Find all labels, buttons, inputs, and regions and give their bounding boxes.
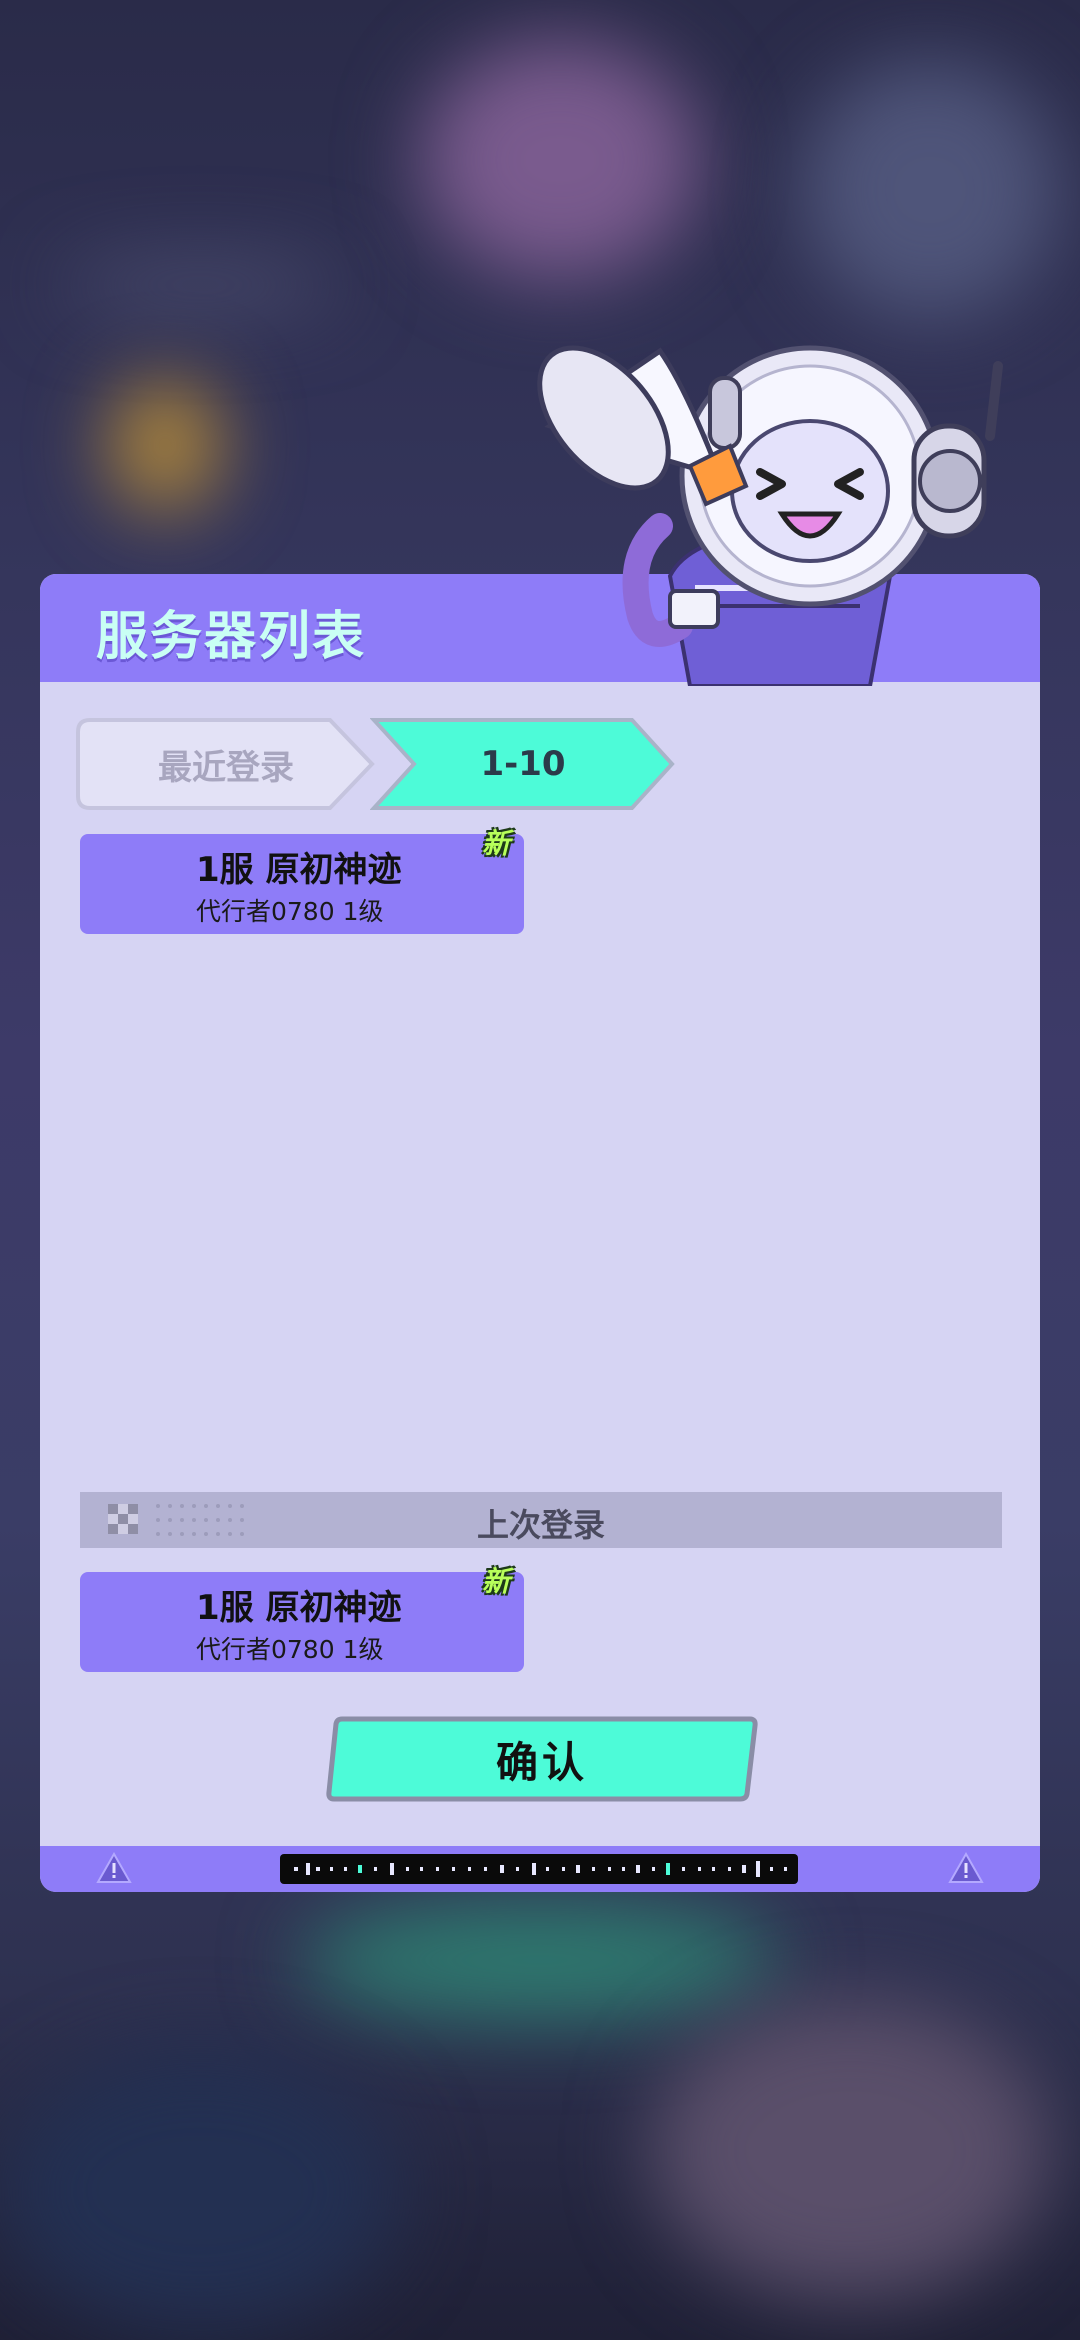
warning-icon xyxy=(96,1852,132,1883)
mascot-icon xyxy=(537,345,1003,686)
bg-blur-pink xyxy=(420,40,700,280)
last-login-server-card[interactable]: 1服 原初神迹 代行者0780 1级 新 xyxy=(80,1565,524,1672)
ticker-marks xyxy=(294,1861,787,1877)
tab-recent-login[interactable]: 最近登录 xyxy=(76,718,376,810)
bg-blur-green xyxy=(300,1900,780,2020)
tab-recent-label: 最近登录 xyxy=(158,747,294,788)
last-login-label: 上次登录 xyxy=(476,1506,605,1544)
bg-blur-bar xyxy=(60,260,340,310)
warning-icon xyxy=(948,1852,984,1883)
bg-blur-bottom-left xyxy=(0,2050,400,2330)
new-badge: 新 xyxy=(481,1565,510,1598)
server-player-info: 代行者0780 1级 xyxy=(196,1635,384,1664)
last-login-divider: 上次登录 xyxy=(80,1492,1002,1548)
confirm-label: 确认 xyxy=(495,1737,588,1787)
tab-range-1-10[interactable]: 1-10 xyxy=(370,718,676,810)
bg-blur-right xyxy=(800,60,1060,320)
bg-blur-bottom-right xyxy=(650,2000,1050,2300)
panel-footer xyxy=(40,1846,1040,1892)
server-list-panel: 服务器列表 最近登录 1-10 1服 原初神迹 代行者0780 1级 新 上次登… xyxy=(40,574,1040,1892)
server-card[interactable]: 1服 原初神迹 代行者0780 1级 新 xyxy=(80,827,524,934)
bg-blur-gold xyxy=(110,380,220,510)
tab-range-label: 1-10 xyxy=(480,744,566,784)
panel-title: 服务器列表 xyxy=(96,607,367,667)
new-badge: 新 xyxy=(481,827,510,860)
server-player-info: 代行者0780 1级 xyxy=(196,897,384,926)
confirm-button[interactable]: 确认 xyxy=(324,1716,760,1802)
server-name: 1服 原初神迹 xyxy=(196,1588,402,1628)
server-name: 1服 原初神迹 xyxy=(196,850,402,890)
decorative-ticker xyxy=(280,1854,798,1884)
